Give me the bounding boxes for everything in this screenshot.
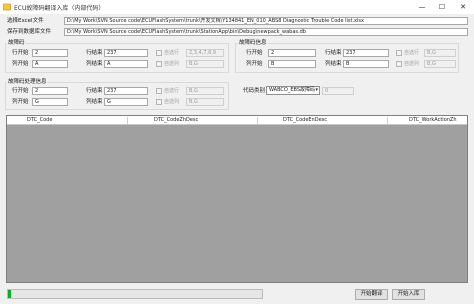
dtc-row-start-label: 行开始 xyxy=(12,50,29,56)
info-row-end-input[interactable]: 237 xyxy=(343,49,389,57)
code-type-label: 代码类别 xyxy=(243,88,266,94)
action-row-start-input[interactable]: 2 xyxy=(32,87,68,95)
action-auto-row-input[interactable]: B,G xyxy=(186,87,224,95)
info-col-end-label: 列结束 xyxy=(325,61,342,67)
column-header[interactable]: DTC_Code xyxy=(27,116,52,125)
db-file-input[interactable]: D:\My Work\SVN Source code\ECUFlashSyste… xyxy=(64,28,468,36)
info-row-start-label: 行开始 xyxy=(246,50,263,56)
translate-button[interactable]: 开始翻译 xyxy=(355,289,388,300)
action-group-title: 故障码处理信息 xyxy=(7,78,48,86)
dtc-auto-col-checkbox[interactable] xyxy=(156,61,162,67)
column-header[interactable]: DTC_CodeZhDesc xyxy=(154,116,198,125)
title-bar: ECU故障码翻译入库（内部代码） — ☐ ✕ xyxy=(0,0,474,14)
column-divider[interactable] xyxy=(387,117,388,124)
app-icon xyxy=(3,3,11,11)
maximize-button[interactable]: ☐ xyxy=(434,0,450,14)
info-col-end-input[interactable]: B xyxy=(343,60,389,68)
dtc-col-start-input[interactable]: A xyxy=(32,60,68,68)
action-auto-row-label: 自选行 xyxy=(164,88,180,94)
minimize-button[interactable]: — xyxy=(414,0,430,14)
action-row-end-label: 行结束 xyxy=(86,88,103,94)
grid-header: DTC_Code DTC_CodeZhDesc DTC_CodeEnDesc D… xyxy=(7,116,467,125)
dtc-row-end-label: 行结束 xyxy=(86,50,103,56)
dtc-group-title: 故障码 xyxy=(7,39,26,47)
dtc-auto-col-input[interactable]: B,G xyxy=(186,60,224,68)
main-window: ECU故障码翻译入库（内部代码） — ☐ ✕ 选择Excel文件 D:\My W… xyxy=(0,0,474,304)
dtc-col-end-label: 列结束 xyxy=(86,61,103,67)
dtc-auto-col-label: 自选列 xyxy=(164,61,180,67)
column-divider[interactable] xyxy=(127,117,128,124)
column-divider[interactable] xyxy=(257,117,258,124)
code-type-select[interactable]: WABCO_EBS故障码 ▾ xyxy=(266,86,320,95)
info-auto-col-label: 自选列 xyxy=(404,61,420,67)
dtc-auto-row-input[interactable]: 2,3,4,7,8,9 xyxy=(186,49,224,57)
info-auto-row-checkbox[interactable] xyxy=(396,50,402,56)
info-col-start-label: 列开始 xyxy=(246,61,263,67)
data-grid[interactable]: DTC_Code DTC_CodeZhDesc DTC_CodeEnDesc D… xyxy=(6,115,468,283)
action-auto-col-input[interactable]: B,G xyxy=(186,98,224,106)
code-type-selected: WABCO_EBS故障码 xyxy=(269,87,316,93)
info-group-box xyxy=(235,43,459,73)
action-auto-row-checkbox[interactable] xyxy=(156,88,162,94)
action-row-end-input[interactable]: 237 xyxy=(104,87,148,95)
progress-bar xyxy=(7,289,263,299)
dtc-col-end-input[interactable]: A xyxy=(104,60,148,68)
close-button[interactable]: ✕ xyxy=(455,0,471,14)
action-col-start-label: 列开始 xyxy=(12,99,29,105)
excel-file-label: 选择Excel文件 xyxy=(7,18,44,24)
dtc-col-start-label: 列开始 xyxy=(12,61,29,67)
info-group-title: 故障码信息 xyxy=(238,39,268,47)
column-header[interactable]: DTC_WorkActionZh xyxy=(409,116,457,125)
action-col-end-input[interactable]: G xyxy=(104,98,148,106)
column-header[interactable]: DTC_CodeEnDesc xyxy=(283,116,327,125)
info-row-start-input[interactable]: 2 xyxy=(268,49,316,57)
action-row-start-label: 行开始 xyxy=(12,88,29,94)
code-type-extra-input[interactable]: 0 xyxy=(322,87,354,95)
action-auto-col-label: 自选列 xyxy=(164,99,180,105)
action-auto-col-checkbox[interactable] xyxy=(156,99,162,105)
info-auto-col-checkbox[interactable] xyxy=(396,61,402,67)
info-auto-row-label: 自选行 xyxy=(404,50,420,56)
chevron-down-icon: ▾ xyxy=(315,87,318,93)
info-auto-col-input[interactable]: B,G xyxy=(424,60,456,68)
import-button[interactable]: 开始入库 xyxy=(392,289,425,300)
action-col-start-input[interactable]: G xyxy=(32,98,68,106)
action-col-end-label: 列结束 xyxy=(86,99,103,105)
db-file-label: 保存到数据库文件 xyxy=(7,29,52,35)
dtc-auto-row-checkbox[interactable] xyxy=(156,50,162,56)
info-row-end-label: 行结束 xyxy=(325,50,342,56)
dtc-group-box xyxy=(5,43,229,73)
dtc-row-start-input[interactable]: 2 xyxy=(32,49,68,57)
dtc-row-end-input[interactable]: 237 xyxy=(104,49,148,57)
dtc-auto-row-label: 自选行 xyxy=(164,50,180,56)
progress-fill xyxy=(8,290,11,298)
window-title: ECU故障码翻译入库（内部代码） xyxy=(14,5,105,12)
info-col-start-input[interactable]: B xyxy=(268,60,316,68)
excel-file-input[interactable]: D:\My Work\SVN Source code\ECUFlashSyste… xyxy=(64,17,468,25)
info-auto-row-input[interactable]: B,G xyxy=(424,49,456,57)
